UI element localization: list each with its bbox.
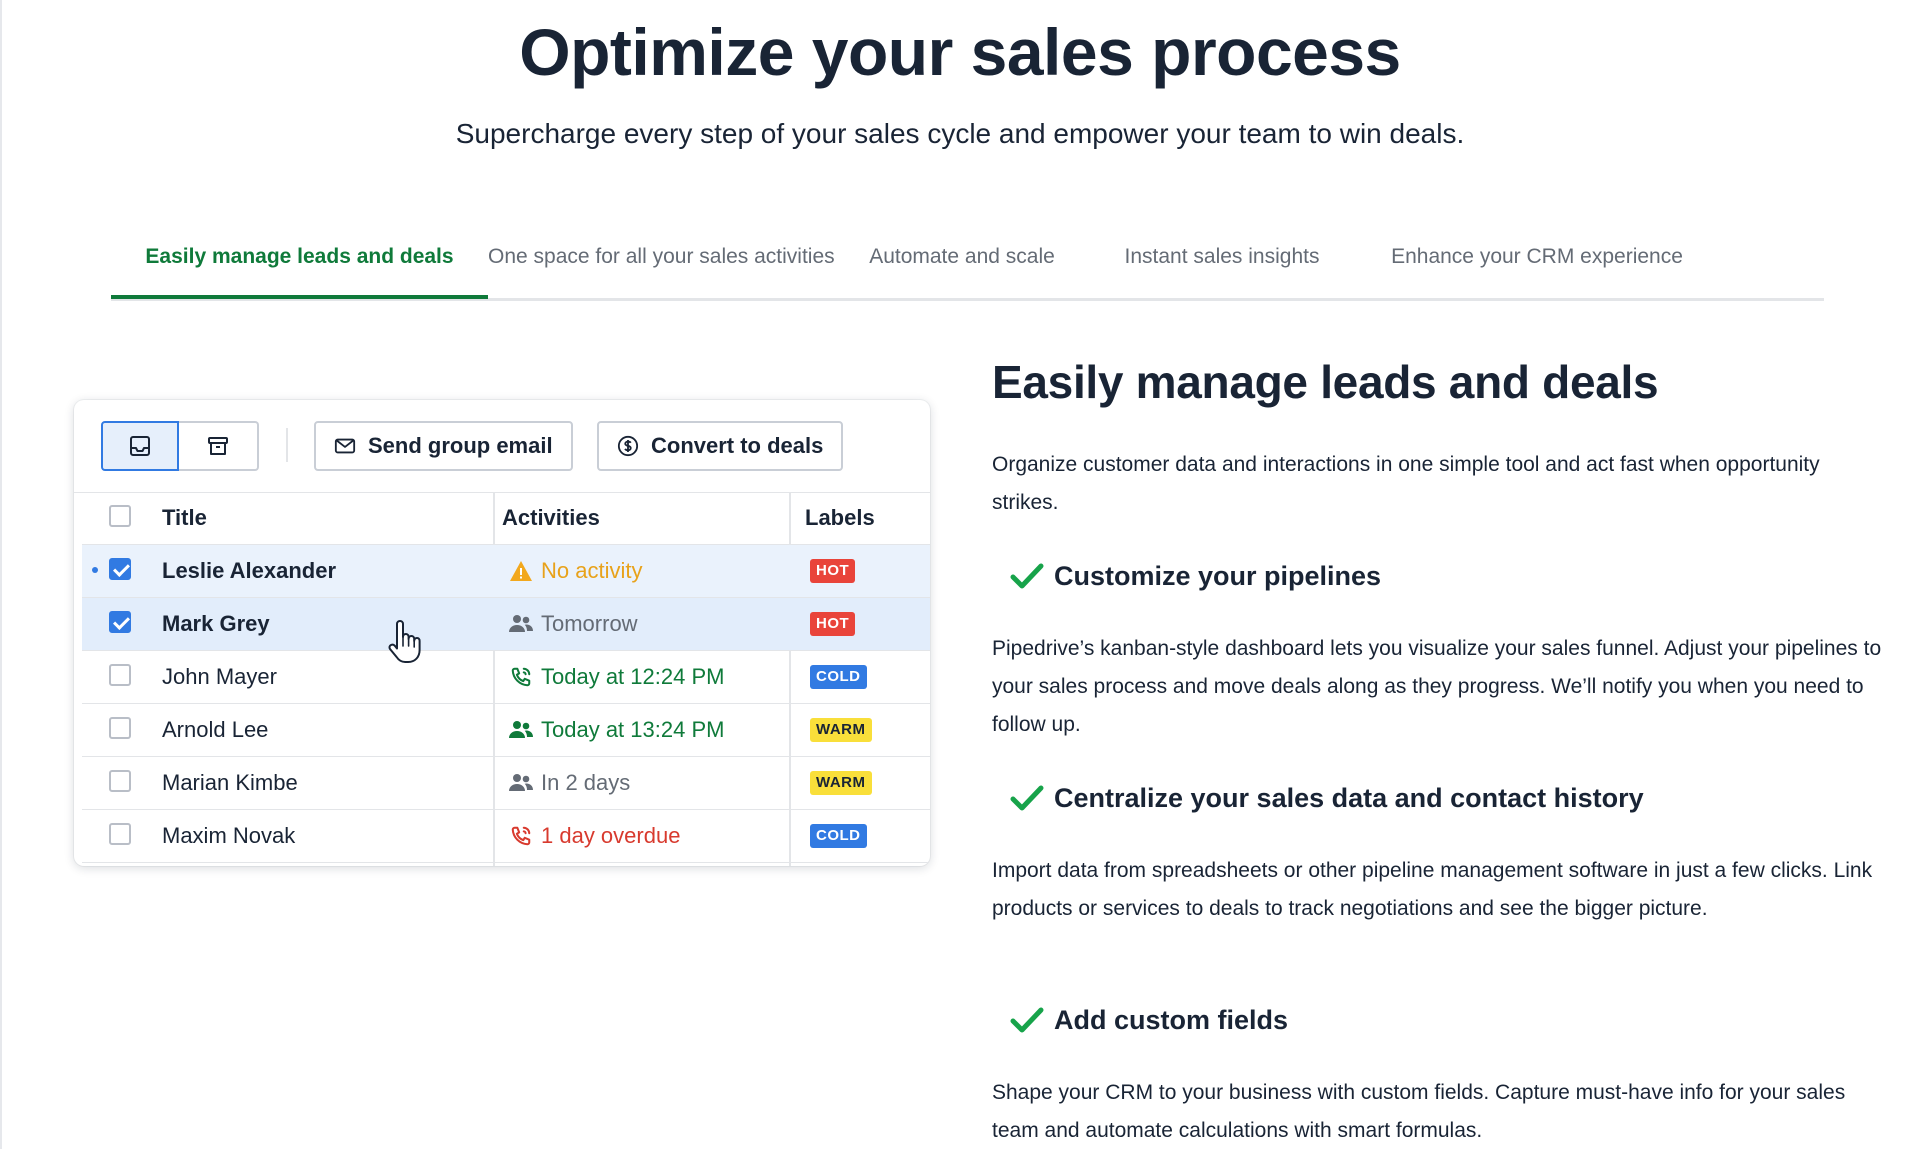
activity-text: Today at 12:24 PM <box>541 664 725 689</box>
row-title: Mark Grey <box>162 611 270 636</box>
feature-title: Easily manage leads and deals <box>992 356 1659 408</box>
column-labels: Labels <box>805 505 875 530</box>
inbox-icon <box>130 436 150 456</box>
table-header: Title Activities Labels <box>82 492 930 546</box>
inbox-view-button[interactable] <box>101 421 179 471</box>
activity-text: No activity <box>541 558 643 583</box>
bullet-description: Import data from spreadsheets or other p… <box>992 859 1873 920</box>
label-badge: HOT <box>810 559 856 583</box>
phone-icon <box>511 667 531 687</box>
page-title: Optimize your sales process <box>519 15 1401 89</box>
row-title: Leslie Alexander <box>162 558 337 583</box>
row-checkbox[interactable] <box>109 717 131 739</box>
bullet-description: Pipedrive’s kanban-style dashboard lets … <box>992 637 1882 736</box>
label-badge: WARM <box>810 771 872 795</box>
feature-bullet: Customize your pipelines <box>1010 556 1381 596</box>
tab-manage-leads[interactable]: Easily manage leads and deals <box>111 232 488 299</box>
people-icon <box>509 774 533 791</box>
archive-icon <box>208 437 228 455</box>
convert-to-deals-button[interactable]: Convert to deals <box>597 421 844 471</box>
send-group-email-button[interactable]: Send group email <box>314 421 573 471</box>
table-row[interactable]: Mark Grey Tomorrow HOT <box>82 598 930 651</box>
select-all-checkbox[interactable] <box>109 505 131 527</box>
bullet-title: Customize your pipelines <box>1054 560 1382 591</box>
tab-automate[interactable]: Automate and scale <box>832 232 1092 298</box>
checkmark-icon <box>1010 785 1044 811</box>
table-row[interactable]: Leslie Alexander No activity HOT <box>82 545 930 598</box>
label-badge: COLD <box>810 665 867 689</box>
tab-sales-activities[interactable]: One space for all your sales activities <box>488 232 835 298</box>
row-title: John Mayer <box>162 664 277 689</box>
row-title: Marian Kimbe <box>162 770 298 795</box>
tab-crm-experience[interactable]: Enhance your CRM experience <box>1352 232 1722 298</box>
activity-text: Today at 13:24 PM <box>541 717 725 742</box>
people-icon <box>509 615 533 632</box>
leads-demo-card: Send group email Convert to deals Title … <box>74 400 930 866</box>
feature-tabs: Easily manage leads and deals One space … <box>111 232 1824 301</box>
row-title: Arnold Lee <box>162 717 269 742</box>
activity-text: 1 day overdue <box>541 823 681 848</box>
archive-view-button[interactable] <box>179 421 259 471</box>
warning-icon <box>510 561 532 581</box>
page-left-border <box>0 0 2 1149</box>
toolbar: Send group email Convert to deals <box>74 400 930 493</box>
hand-cursor-icon <box>388 620 421 663</box>
activity-text: In 2 days <box>541 770 631 795</box>
row-title: Maxim Novak <box>162 823 296 848</box>
feature-bullet: Centralize your sales data and contact h… <box>1010 778 1644 818</box>
table-row[interactable]: John Mayer Today at 12:24 PM COLD <box>82 651 930 704</box>
row-activity[interactable]: Today at 12:24 PM <box>509 651 724 703</box>
row-activity[interactable]: 1 day overdue <box>509 810 680 862</box>
dollar-coin-icon <box>617 435 639 457</box>
label-badge: COLD <box>810 824 867 848</box>
bullet-title: Add custom fields <box>1054 1004 1289 1035</box>
bullet-description: Shape your CRM to your business with cus… <box>992 1081 1846 1142</box>
checkmark-icon <box>1010 1007 1044 1033</box>
table-row[interactable]: Marian Kimbe In 2 days WARM <box>82 757 930 810</box>
column-activities: Activities <box>502 505 600 530</box>
checkmark-icon <box>1010 563 1044 589</box>
table-row[interactable]: Maxim Novak 1 day overdue COLD <box>82 810 930 863</box>
phone-icon <box>511 826 531 846</box>
convert-to-deals-label: Convert to deals <box>651 433 824 458</box>
table-row[interactable]: Arnold Lee Today at 13:24 PM WARM <box>82 704 930 757</box>
row-checkbox[interactable] <box>109 558 131 580</box>
bullet-title: Centralize your sales data and contact h… <box>1054 782 1644 813</box>
row-checkbox[interactable] <box>109 770 131 792</box>
tab-insights[interactable]: Instant sales insights <box>1092 232 1352 298</box>
row-activity[interactable]: Today at 13:24 PM <box>509 704 724 756</box>
column-title: Title <box>162 505 207 530</box>
row-checkbox[interactable] <box>109 664 131 686</box>
row-checkbox[interactable] <box>109 611 131 633</box>
feature-bullet: Add custom fields <box>1010 1000 1288 1040</box>
label-badge: HOT <box>810 612 856 636</box>
toolbar-divider <box>286 428 288 462</box>
row-activity[interactable]: Tomorrow <box>509 598 638 650</box>
mail-icon <box>334 438 356 454</box>
row-checkbox[interactable] <box>109 823 131 845</box>
send-group-email-label: Send group email <box>368 433 553 458</box>
feature-intro: Organize customer data and interactions … <box>992 453 1820 514</box>
view-toggle <box>101 421 259 471</box>
people-icon <box>509 721 533 738</box>
activity-text: Tomorrow <box>541 611 638 636</box>
row-activity[interactable]: In 2 days <box>509 757 630 809</box>
unread-dot <box>92 567 98 573</box>
row-activity[interactable]: No activity <box>509 545 642 597</box>
page-subtitle: Supercharge every step of your sales cyc… <box>455 118 1465 149</box>
label-badge: WARM <box>810 718 872 742</box>
